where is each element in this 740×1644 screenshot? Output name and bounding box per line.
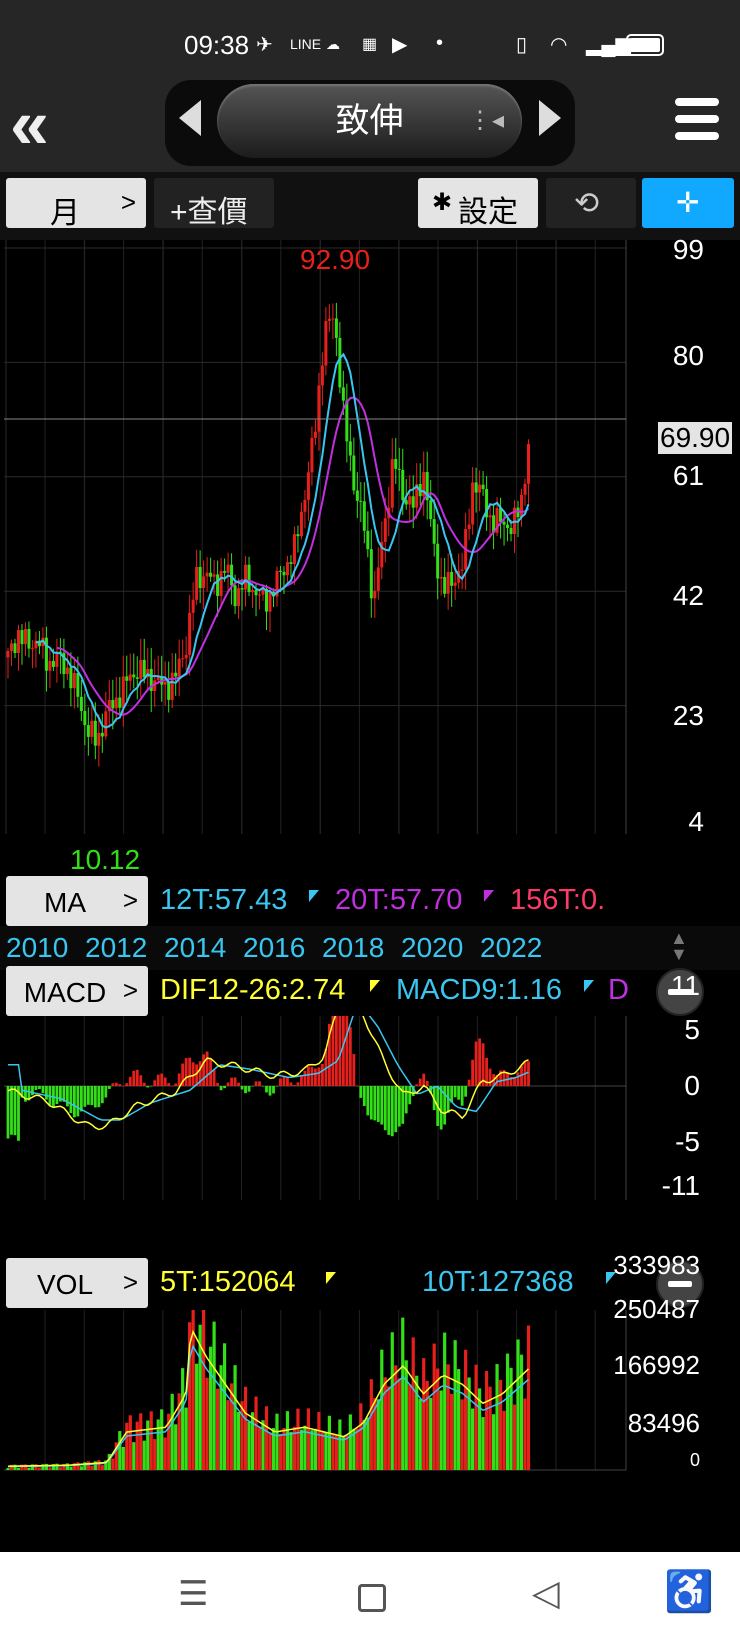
gomaji-icon: ☁ — [326, 36, 340, 52]
year-label: 2022 — [480, 932, 543, 963]
chevron-right-icon: > — [122, 1267, 138, 1297]
youtube-icon: ▶ — [392, 34, 408, 56]
macd9-value: MACD9:1.16 — [396, 974, 563, 1006]
flag-icon — [584, 980, 594, 992]
vol-selector[interactable]: VOL > — [6, 1258, 148, 1308]
chevron-right-icon: > — [122, 975, 138, 1005]
year-label: 2012 — [85, 932, 148, 963]
settings-button[interactable]: ✱ 設定 — [418, 178, 538, 229]
vol-axis-tick: 250487 — [613, 1294, 700, 1324]
battery-icon — [626, 34, 664, 56]
vol-axis-tick: 166992 — [613, 1350, 700, 1380]
vol-label: VOL — [36, 1269, 94, 1300]
price-axis-tick: 80 — [672, 340, 704, 371]
year-label: 2018 — [322, 932, 385, 963]
swap-icon: ⋮◂ — [467, 107, 504, 134]
sim-icon: ▦ — [362, 36, 378, 53]
macd-selector[interactable]: MACD > — [6, 966, 148, 1016]
ma12-line — [35, 352, 530, 729]
ma20-line — [56, 396, 530, 716]
resize-handle-icon[interactable]: ▲ ▼ — [670, 929, 688, 963]
flag-icon — [484, 890, 494, 902]
double-chevron-left-icon: « — [10, 85, 49, 163]
back-button[interactable]: « — [10, 89, 80, 162]
line-icon: LINE — [290, 36, 322, 52]
title-bar: « 致伸 ⋮◂ — [0, 80, 740, 172]
year-label: 2020 — [401, 932, 464, 963]
signal-icon: ▂▄▆ — [586, 34, 631, 56]
collapse-button[interactable]: ✛ — [642, 178, 734, 228]
gear-icon: ✱ — [432, 189, 453, 216]
collapse-icon: ✛ — [676, 187, 700, 218]
ma156-value: 156T:0. — [510, 884, 606, 916]
settings-label: 設定 — [458, 196, 518, 229]
hamburger-icon[interactable] — [675, 98, 719, 144]
ma-selector[interactable]: MA > — [6, 876, 148, 926]
year-label: 2014 — [164, 932, 227, 963]
rotate-button[interactable]: ⟲ — [546, 178, 636, 228]
year-label: 2016 — [243, 932, 306, 963]
stock-title-pill[interactable]: 致伸 ⋮◂ — [217, 84, 522, 158]
dot-icon: • — [436, 32, 444, 54]
vol-axis-tick: 0 — [689, 1450, 700, 1470]
ma-label: MA — [44, 887, 86, 918]
chart-toolbar: 月 > +查價 ✱ 設定 ⟲ ✛ — [0, 172, 740, 240]
home-icon[interactable] — [358, 1584, 386, 1612]
accessibility-icon[interactable]: ♿ — [664, 1568, 714, 1615]
next-stock-button[interactable] — [539, 100, 561, 136]
macd-axis-tick: -11 — [661, 1170, 700, 1201]
prev-stock-button[interactable] — [179, 100, 201, 136]
price-axis-tick: 42 — [672, 580, 704, 611]
flag-icon — [326, 1272, 336, 1284]
price-chart[interactable] — [0, 240, 740, 874]
macd-axis-tick: 0 — [684, 1070, 700, 1101]
macd-axis-tick: 11 — [670, 970, 700, 1001]
rotate-icon: ⟲ — [574, 187, 600, 220]
system-nav-bar: ☰ ◁ ♿ — [0, 1552, 740, 1644]
low-price-label: 10.12 — [70, 844, 141, 875]
wifi-icon: ◠ — [550, 34, 568, 56]
vibrate-icon: ▯ — [516, 34, 528, 56]
year-label: 2010 — [6, 932, 69, 963]
query-price-label: +查價 — [170, 196, 248, 229]
macd-axis-tick: -5 — [675, 1126, 700, 1157]
menu-icon[interactable]: ☰ — [178, 1574, 208, 1614]
vol-axis-tick: 333983 — [613, 1250, 700, 1280]
status-bar: 09:38 ✈ LINE ☁ ▦ ▶ • ▯ ◠ ▂▄▆ — [0, 0, 740, 80]
macd-axis-tick: 5 — [684, 1014, 700, 1045]
ma20-value: 20T:57.70 — [335, 884, 463, 916]
period-label: 月 — [50, 197, 80, 230]
high-price-label: 92.90 — [300, 244, 371, 275]
macd-label: MACD — [23, 977, 107, 1008]
chevron-right-icon: > — [120, 187, 136, 217]
price-axis-tick: 99 — [672, 234, 704, 265]
chevron-right-icon: > — [122, 885, 138, 915]
price-axis-tick: 23 — [672, 700, 704, 731]
period-selector[interactable]: 月 > — [6, 178, 146, 230]
minus-icon — [668, 1281, 692, 1287]
ma12-value: 12T:57.43 — [160, 884, 288, 916]
vol10-value: 10T:127368 — [422, 1266, 574, 1298]
query-price-button[interactable]: +查價 — [154, 178, 274, 229]
back-icon[interactable]: ◁ — [532, 1572, 560, 1614]
flag-icon — [309, 890, 319, 902]
price-axis-tick: 61 — [672, 460, 704, 491]
status-time: 09:38 — [184, 30, 250, 60]
vol-axis-tick: 83496 — [627, 1408, 700, 1438]
flag-icon — [370, 980, 380, 992]
telegram-icon: ✈ — [256, 34, 273, 56]
vol5-value: 5T:152064 — [160, 1266, 296, 1298]
price-axis-tick: 4 — [688, 806, 704, 837]
current-price-label: 69.90 — [658, 422, 733, 454]
dif-value: DIF12-26:2.74 — [160, 974, 346, 1006]
stock-switcher: 致伸 ⋮◂ — [165, 80, 575, 166]
